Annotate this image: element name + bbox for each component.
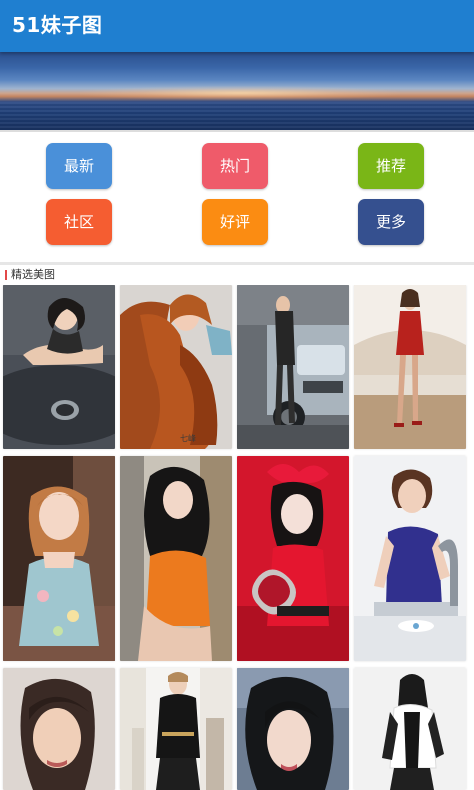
menu-button-hot[interactable]: 热门 [202,143,268,189]
app-screen: 51妹子图 最新 热门 推荐 社区 好评 更多 精选美图 七峰 [0,0,474,790]
photo-thumb[interactable] [120,456,232,661]
photo-thumb[interactable] [237,668,349,790]
photo-image [120,456,232,661]
photo-thumb[interactable] [3,285,115,449]
photo-thumb[interactable] [354,668,466,790]
photo-image [237,456,349,661]
photo-thumb[interactable] [237,285,349,449]
photo-image [120,668,232,790]
menu-button-more[interactable]: 更多 [358,199,424,245]
photo-image [237,285,349,449]
featured-title: 精选美图 [11,268,55,281]
category-menu: 最新 热门 推荐 社区 好评 更多 [0,132,474,262]
app-title: 51妹子图 [12,13,103,37]
photo-image [3,668,115,790]
photo-thumb[interactable] [354,285,466,449]
photo-thumb[interactable]: 七峰 [120,285,232,449]
featured-header: 精选美图 [0,265,474,285]
photo-image [237,668,349,790]
section-marker [5,270,7,280]
banner-sunset-glow [80,86,400,100]
photo-thumb[interactable] [3,668,115,790]
banner-image[interactable] [0,52,474,130]
photo-image: 七峰 [120,285,232,449]
menu-button-latest[interactable]: 最新 [46,143,112,189]
photo-thumb[interactable] [354,456,466,661]
svg-text:七峰: 七峰 [180,433,196,443]
banner-water-texture [0,102,474,130]
app-bar: 51妹子图 [0,0,474,52]
photo-thumb[interactable] [3,456,115,661]
photo-image [354,668,466,790]
photo-image [3,285,115,449]
menu-button-top-rated[interactable]: 好评 [202,199,268,245]
photo-thumb[interactable] [237,456,349,661]
photo-grid: 七峰 [0,285,474,790]
photo-image [3,456,115,661]
menu-button-community[interactable]: 社区 [46,199,112,245]
menu-button-recommended[interactable]: 推荐 [358,143,424,189]
photo-thumb[interactable] [120,668,232,790]
photo-image [354,285,466,449]
photo-image [354,456,466,661]
